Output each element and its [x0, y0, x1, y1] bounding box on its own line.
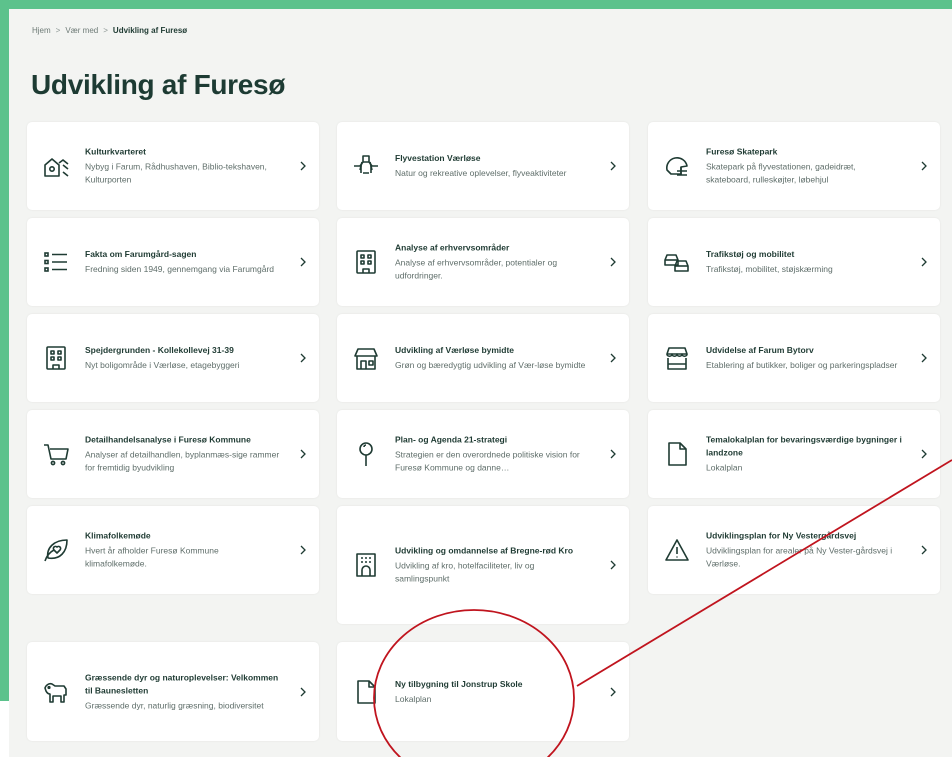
- breadcrumb-home[interactable]: Hjem: [32, 26, 51, 35]
- edge-strip: [0, 701, 9, 757]
- chevron-right-icon: [918, 448, 930, 460]
- chevron-right-icon: [297, 256, 309, 268]
- pin-icon: [352, 440, 380, 468]
- card-detailhandelsanalyse[interactable]: Detailhandelsanalyse i Furesø Kommune Ana…: [27, 410, 319, 498]
- warning-icon: [663, 536, 691, 564]
- card-bregneroed-kro[interactable]: Udvikling og omdannelse af Bregne-rød Kr…: [337, 506, 629, 624]
- card-description: Fredning siden 1949, gennemgang via Faru…: [85, 264, 275, 274]
- chevron-right-icon: [607, 256, 619, 268]
- breadcrumb-vaer-med[interactable]: Vær med: [65, 26, 98, 35]
- card-description: Etablering af butikker, boliger og parke…: [706, 360, 898, 370]
- card-baunesletten[interactable]: Græssende dyr og naturoplevelser: Velkom…: [27, 642, 319, 741]
- card-description: Nybyg i Farum, Rådhushaven, Biblio-teksh…: [85, 161, 267, 185]
- card-title: Temalokalplan for bevaringsværdige bygni…: [706, 434, 902, 458]
- card-description: Udvikling af kro, hotelfaciliteter, liv …: [395, 560, 535, 584]
- card-description: Natur og rekreative oplevelser, flyveakt…: [395, 168, 567, 178]
- card-title: Trafikstøj og mobilitet: [706, 249, 795, 259]
- card-title: Udvikling af Værløse bymidte: [395, 345, 515, 355]
- document-icon: [352, 678, 380, 706]
- leaf-heart-icon: [42, 536, 70, 564]
- helmet-icon: [663, 152, 691, 180]
- card-title: Udvidelse af Farum Bytorv: [706, 345, 814, 355]
- chevron-right-icon: [607, 352, 619, 364]
- card-description: Analyser af detailhandlen, byplanmæs-sig…: [85, 449, 280, 473]
- card-flyvestation-vaerlose[interactable]: Flyvestation Værløse Natur og rekreative …: [337, 122, 629, 210]
- chevron-right-icon: [918, 256, 930, 268]
- card-description: Trafikstøj, mobilitet, støjskærming: [706, 264, 833, 274]
- store-icon: [663, 344, 691, 372]
- card-description: Grøn og bæredygtig udvikling af Vær-løse…: [395, 360, 586, 370]
- card-fakta-farumgaard[interactable]: Fakta om Farumgård-sagen Fredning siden 1…: [27, 218, 319, 306]
- chevron-right-icon: [918, 160, 930, 172]
- chevron-right-icon: [297, 544, 309, 556]
- chevron-right-icon: [297, 448, 309, 460]
- chevron-right-icon: [297, 686, 309, 698]
- card-furesoe-skatepark[interactable]: Furesø Skatepark Skatepark på flyvestatio…: [648, 122, 940, 210]
- breadcrumb-current: Udvikling af Furesø: [112, 26, 188, 35]
- airplane-icon: [352, 152, 380, 180]
- building-icon: [352, 248, 380, 276]
- card-description: Lokalplan: [706, 462, 743, 473]
- chevron-right-icon: [297, 352, 309, 364]
- house-building-icon: [42, 152, 70, 180]
- card-title: Kulturkvarteret: [85, 146, 146, 157]
- card-klimafolkemoede[interactable]: Klimafolkemøde Hvert år afholder Furesø K…: [27, 506, 319, 594]
- card-temalokalplan[interactable]: Temalokalplan for bevaringsværdige bygni…: [648, 410, 940, 498]
- card-description: Græssende dyr, naturlig græsning, biodiv…: [85, 700, 264, 710]
- card-vaerlose-bymidte[interactable]: Udvikling af Værløse bymidte Grøn og bære…: [337, 314, 629, 402]
- page-title: Udvikling af Furesø: [31, 69, 286, 100]
- chevron-right-icon: [918, 544, 930, 556]
- card-title: Fakta om Farumgård-sagen: [85, 249, 197, 259]
- card-title: Græssende dyr og naturoplevelser: Velkom…: [85, 672, 279, 695]
- card-title: Udviklingsplan for Ny Vestergårdsvej: [706, 530, 857, 541]
- breadcrumb-separator: >: [55, 26, 61, 35]
- chevron-right-icon: [607, 686, 619, 698]
- cars-icon: [663, 248, 691, 276]
- building-icon: [42, 344, 70, 372]
- card-ny-vestergaardsvej[interactable]: Udviklingsplan for Ny Vestergårdsvej Udvi…: [648, 506, 940, 594]
- card-description: Lokalplan: [395, 693, 432, 704]
- breadcrumb: Hjem > Vær med > Udvikling af Furesø: [32, 26, 187, 35]
- chevron-right-icon: [918, 352, 930, 364]
- card-title: Udvikling og omdannelse af Bregne-rød Kr…: [395, 545, 574, 556]
- card-description: Udviklingsplan for arealer på Ny Vester-…: [706, 545, 893, 569]
- chevron-right-icon: [607, 448, 619, 460]
- hotel-icon: [352, 551, 380, 579]
- cart-icon: [42, 440, 70, 468]
- document-icon: [663, 440, 691, 468]
- chevron-right-icon: [607, 160, 619, 172]
- card-analyse-erhvervsomraader[interactable]: Analyse af erhvervsområder Analyse af erh…: [337, 218, 629, 306]
- card-description: Analyse af erhvervsområder, potentialer …: [395, 257, 558, 281]
- card-title: Klimafolkemøde: [85, 530, 151, 541]
- card-trafikstoej[interactable]: Trafikstøj og mobilitet Trafikstøj, mobil…: [648, 218, 940, 306]
- card-title: Furesø Skatepark: [706, 146, 778, 157]
- card-description: Strategien er den overordnede politiske …: [395, 449, 580, 473]
- breadcrumb-separator: >: [103, 26, 108, 35]
- chevron-right-icon: [607, 559, 619, 571]
- card-title: Ny tilbygning til Jonstrup Skole: [395, 678, 523, 689]
- shop-icon: [352, 344, 380, 372]
- card-description: Nyt boligområde i Værløse, etagebyggeri: [85, 360, 240, 370]
- animal-icon: [42, 678, 70, 706]
- list-icon: [42, 248, 70, 276]
- card-title: Plan- og Agenda 21-strategi: [395, 434, 508, 445]
- card-description: Hvert år afholder Furesø Kommune klimafo…: [85, 545, 219, 569]
- card-title: Analyse af erhvervsområder: [395, 242, 510, 253]
- card-plan-agenda21[interactable]: Plan- og Agenda 21-strategi Strategien er…: [337, 410, 629, 498]
- card-kulturkvarteret[interactable]: Kulturkvarteret Nybyg i Farum, Rådhushave…: [27, 122, 319, 210]
- card-spejdergrunden[interactable]: Spejdergrunden - Kollekollevej 31-39 Nyt …: [27, 314, 319, 402]
- card-title: Flyvestation Værløse: [395, 153, 481, 163]
- chevron-right-icon: [297, 160, 309, 172]
- card-jonstrup-skole[interactable]: Ny tilbygning til Jonstrup Skole Lokalpla…: [337, 642, 629, 741]
- card-title: Detailhandelsanalyse i Furesø Kommune: [85, 434, 251, 445]
- card-description: Skatepark på flyvestationen, gadeidræt, …: [706, 161, 856, 185]
- card-farum-bytorv[interactable]: Udvidelse af Farum Bytorv Etablering af b…: [648, 314, 940, 402]
- card-title: Spejdergrunden - Kollekollevej 31-39: [85, 345, 234, 355]
